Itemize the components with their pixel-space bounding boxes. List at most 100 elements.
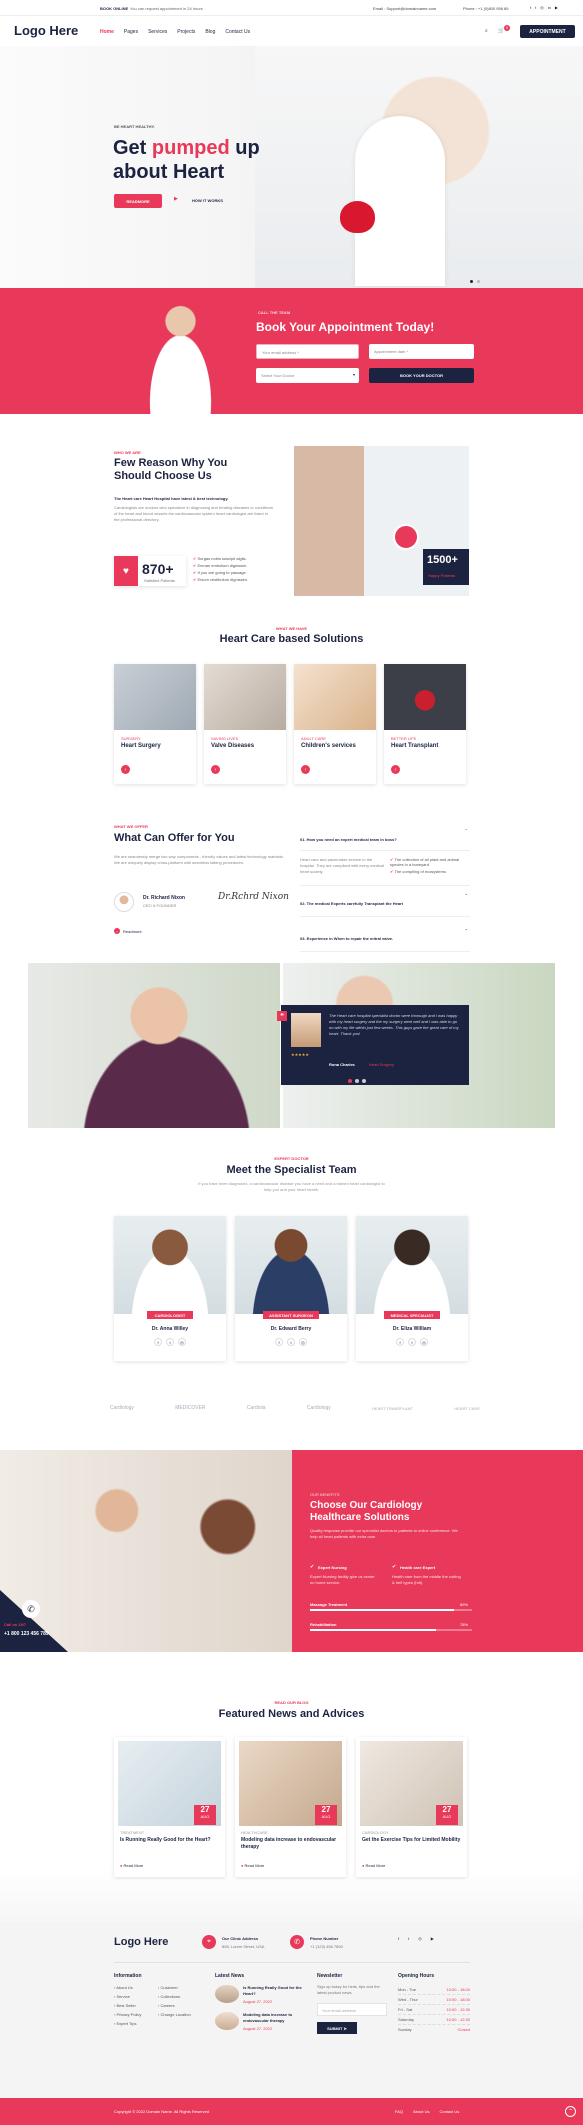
logo[interactable]: Logo Here — [14, 16, 78, 46]
footer-link[interactable]: › Service — [114, 1994, 141, 1999]
nav-home[interactable]: Home — [100, 29, 114, 35]
facebook-icon[interactable]: f — [530, 5, 531, 10]
offer-readmore[interactable]: › Readmore — [114, 928, 142, 934]
hero-slider-dot[interactable] — [470, 280, 473, 283]
nav-projects[interactable]: Projects — [177, 29, 195, 35]
instagram-icon[interactable]: ◎ — [299, 1338, 307, 1346]
facebook-icon[interactable]: f — [396, 1338, 404, 1346]
nav-pages[interactable]: Pages — [124, 29, 138, 35]
team-card[interactable]: MEDICAL SPECIALIST Dr. Eliza William f t… — [356, 1216, 468, 1361]
news-date: August 27, 2022 — [243, 1999, 273, 2004]
call-number[interactable]: +1 800 123 456 789 — [4, 1631, 49, 1637]
footer-link[interactable]: › Best Seller — [114, 2003, 141, 2008]
instagram-icon[interactable]: ◎ — [418, 1936, 422, 1941]
newsletter-email-input[interactable]: Your email address — [317, 2003, 387, 2016]
footer-link[interactable]: › About Us — [114, 1985, 141, 1990]
nav-services[interactable]: Services — [148, 29, 167, 35]
booking-title: Book Your Appointment Today! — [256, 320, 435, 334]
twitter-icon[interactable]: t — [287, 1338, 295, 1346]
faq-item[interactable]: 03. Experience in When to repair the mit… — [300, 917, 470, 952]
play-icon[interactable]: ▶ — [174, 196, 178, 202]
hero-slider-dot[interactable] — [477, 280, 480, 283]
search-icon[interactable]: ⌕ — [485, 28, 488, 34]
news-title[interactable]: Is Running Really Good for the Heart? — [243, 1985, 303, 1997]
solution-card[interactable]: ADULT CARE Children's services › — [294, 664, 376, 784]
twitter-icon[interactable]: t — [166, 1338, 174, 1346]
read-more-link[interactable]: ● Read More — [362, 1863, 385, 1868]
date-field[interactable]: Appointment date * — [369, 344, 474, 359]
team-card[interactable]: CARDIOLOGIST Dr. Anna Willey f t ◎ — [114, 1216, 226, 1361]
solutions-title: Heart Care based Solutions — [219, 633, 364, 645]
twitter-icon[interactable]: t — [535, 5, 536, 10]
slider-dot[interactable] — [355, 1079, 359, 1083]
blog-post-title[interactable]: Get the Exercise Tips for Limited Mobili… — [362, 1837, 461, 1844]
footer-logo[interactable]: Logo Here — [114, 1936, 168, 1948]
nav-blog[interactable]: Blog — [205, 29, 215, 35]
phone-text[interactable]: Phone : +1 (0)800 956 89 — [463, 6, 508, 11]
youtube-icon[interactable]: ▶ — [555, 5, 558, 10]
doctor-select[interactable]: Select Your Doctor ▾ — [256, 368, 359, 383]
phone-icon[interactable]: ✆ — [22, 1600, 40, 1618]
linkedin-icon[interactable]: in — [548, 5, 551, 10]
doctor-role: CEO & FOUNDER — [143, 903, 177, 908]
blog-post-title[interactable]: Modeling data increase to endovascular t… — [241, 1837, 340, 1851]
arrow-right-icon[interactable]: › — [121, 765, 130, 774]
read-more-link[interactable]: ● Read More — [120, 1863, 143, 1868]
twitter-icon[interactable]: t — [408, 1338, 416, 1346]
how-it-works-link[interactable]: HOW IT WORKS — [192, 198, 223, 203]
footer-bottom-link[interactable]: Contact Us — [439, 2109, 459, 2114]
email-field[interactable]: Your email address * — [256, 344, 359, 359]
youtube-icon[interactable]: ▶ — [431, 1936, 434, 1941]
news-title[interactable]: Modeling data increase to endovascular t… — [243, 2012, 303, 2024]
instagram-icon[interactable]: ◎ — [420, 1338, 428, 1346]
back-to-top-icon[interactable]: ⌃ — [565, 2106, 576, 2117]
blog-card[interactable]: 27 AUG HEALTHCARE Modeling data increase … — [235, 1737, 346, 1877]
phone-text[interactable]: +1 (123) 456 7890 — [310, 1944, 343, 1949]
footer-link[interactable]: › Change Location — [158, 2012, 191, 2017]
facebook-icon[interactable]: f — [154, 1338, 162, 1346]
book-doctor-button[interactable]: BOOK YOUR DOCTOR — [369, 368, 474, 383]
read-more-link[interactable]: ● Read More — [241, 1863, 264, 1868]
facebook-icon[interactable]: f — [398, 1936, 399, 1941]
arrow-right-icon[interactable]: › — [301, 765, 310, 774]
faq-item[interactable]: 01. How you need an expert medical team … — [300, 824, 470, 851]
hero-readmore-button[interactable]: READMORE — [114, 194, 162, 208]
faq-answer: Heart care and pacemaker service to the … — [300, 857, 460, 874]
solution-name: Heart Surgery — [121, 743, 161, 749]
solution-card[interactable]: SAVING LIVES Valve Diseases › — [204, 664, 286, 784]
team-card[interactable]: ASSISTANT SURGEON Dr. Edward Berry f t ◎ — [235, 1216, 347, 1361]
faq-item[interactable]: 02. The medical Experts carefully Transp… — [300, 885, 470, 917]
slider-dot[interactable] — [362, 1079, 366, 1083]
happy-patients-card: 1500+ Happy Patients — [423, 549, 469, 585]
footer-bottom-link[interactable]: About Us — [413, 2109, 429, 2114]
footer-link[interactable]: › Careers — [158, 2003, 191, 2008]
nav-contact[interactable]: Contact Us — [225, 29, 250, 35]
slider-dot[interactable] — [348, 1079, 352, 1083]
instagram-icon[interactable]: ◎ — [178, 1338, 186, 1346]
solutions-eyebrow: WHAT WE HAVE — [275, 626, 308, 631]
brand-logo: Cardiology — [110, 1405, 134, 1411]
solution-card[interactable]: SURGERY Heart Surgery › — [114, 664, 196, 784]
newsletter-submit-button[interactable]: SUBMIT ➤ — [317, 2022, 357, 2034]
team-section: EXPERT DOCTOR Meet the Specialist Team I… — [0, 1128, 583, 1361]
email-text[interactable]: Email : Support@domainname.com — [373, 6, 436, 11]
appointment-button[interactable]: APPOINTMENT — [520, 25, 575, 38]
instagram-icon[interactable]: ◎ — [540, 5, 544, 10]
footer-link[interactable]: › Expert Tips — [114, 2021, 141, 2026]
solution-card[interactable]: BETTER LIFE Heart Transplant › — [384, 664, 466, 784]
arrow-right-icon[interactable]: › — [211, 765, 220, 774]
blog-card[interactable]: 27 AUG CARDIOLOGY Get the Exercise Tips f… — [356, 1737, 467, 1877]
blog-post-title[interactable]: Is Running Really Good for the Heart? — [120, 1837, 219, 1844]
footer-link[interactable]: › Customer — [158, 1985, 191, 1990]
blog-card[interactable]: 27 AUG TREATMENT Is Running Really Good f… — [114, 1737, 225, 1877]
footer-link[interactable]: › Privacy Policy — [114, 2012, 141, 2017]
footer-link[interactable]: › Collections — [158, 1994, 191, 1999]
offer-section: WHAT WE OFFER What Can Offer for You We … — [0, 804, 583, 954]
testimonial-card: ❝ The Heart care hospital specialist doc… — [277, 1005, 469, 1085]
twitter-icon[interactable]: t — [408, 1936, 409, 1941]
facebook-icon[interactable]: f — [275, 1338, 283, 1346]
progress-track — [310, 1609, 472, 1611]
footer-bottom-link[interactable]: FAQ — [395, 2109, 403, 2114]
arrow-right-icon[interactable]: › — [391, 765, 400, 774]
blog-category: CARDIOLOGY — [362, 1830, 389, 1835]
